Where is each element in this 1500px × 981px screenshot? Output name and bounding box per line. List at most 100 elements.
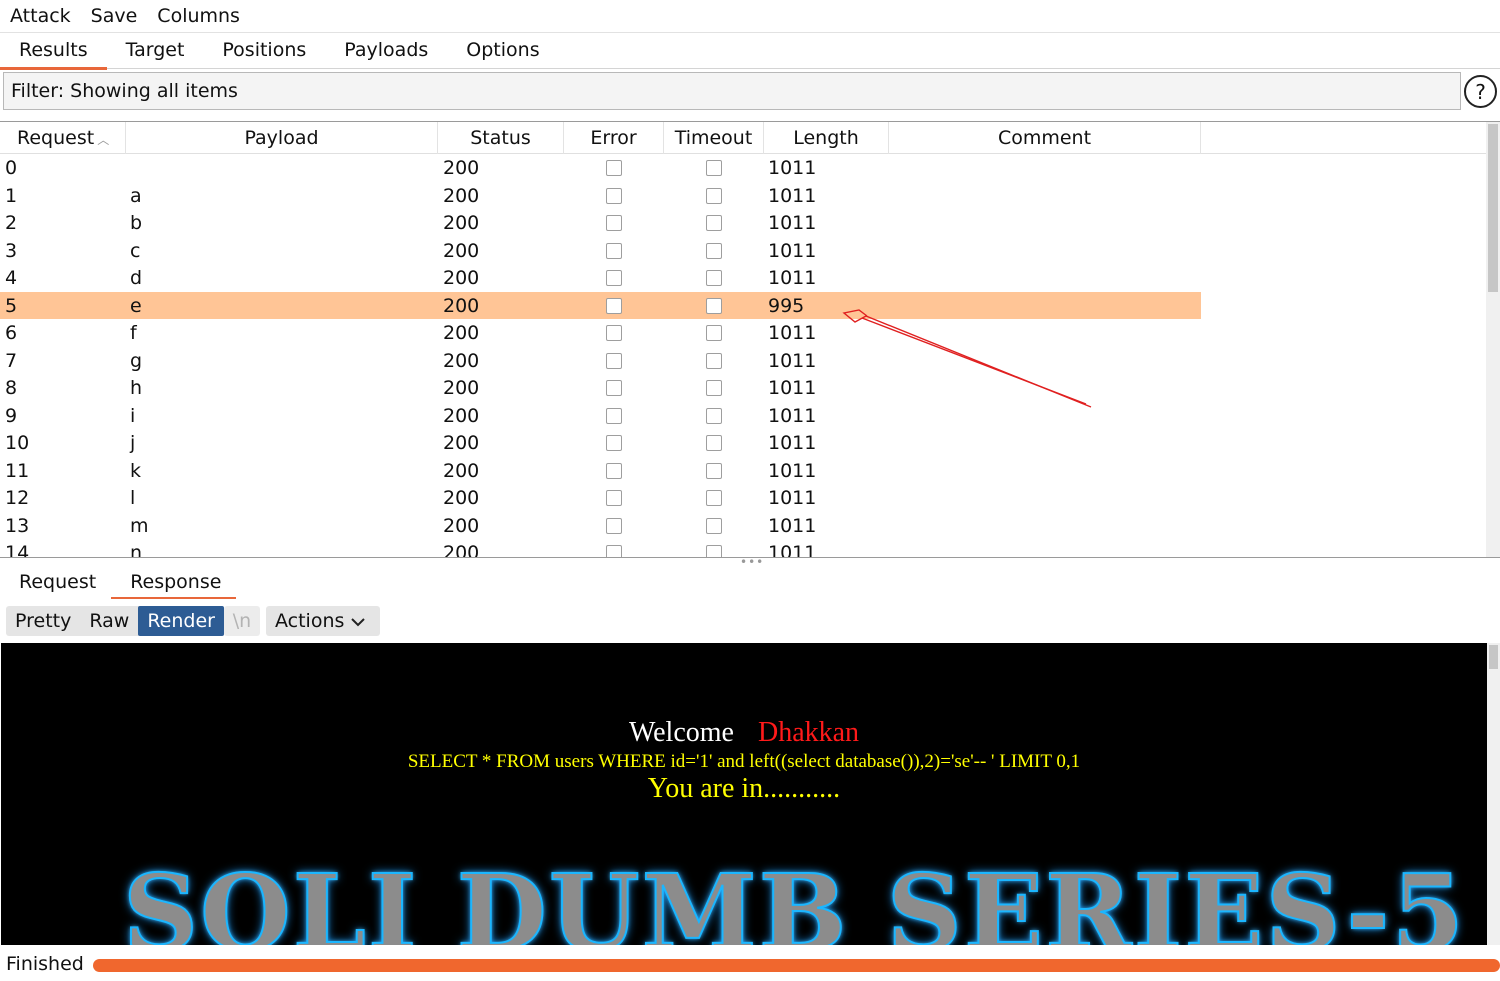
status-text: Finished xyxy=(6,953,84,975)
timeout-checkbox xyxy=(706,215,722,231)
cell-payload: k xyxy=(130,459,142,482)
cell-status: 200 xyxy=(443,542,480,558)
cell-status: 200 xyxy=(443,432,480,454)
error-checkbox xyxy=(606,352,622,369)
actions-label: Actions xyxy=(275,610,345,632)
pretty-button[interactable]: Pretty xyxy=(6,606,80,636)
render-button[interactable]: Render xyxy=(138,606,224,636)
user-name: Dhakkan xyxy=(757,717,860,748)
cell-request: 11 xyxy=(5,459,30,482)
cell-length: 1011 xyxy=(768,157,817,179)
result-message: You are in........... xyxy=(647,773,841,804)
table-row[interactable]: 14 n 200 1011 xyxy=(0,539,1201,558)
tab-positions[interactable]: Positions xyxy=(203,33,325,69)
cell-length: 1011 xyxy=(768,322,817,344)
table-row[interactable]: 5 e 200 995 xyxy=(0,291,1201,319)
error-checkbox xyxy=(606,242,622,259)
error-checkbox xyxy=(606,325,622,341)
cell-payload: m xyxy=(130,514,149,537)
cell-length: 1011 xyxy=(768,267,817,289)
cell-length: 1011 xyxy=(768,239,817,262)
cell-status: 200 xyxy=(443,377,480,399)
column-header-payload[interactable]: Payload xyxy=(126,122,438,154)
menu-attack[interactable]: Attack xyxy=(10,5,71,27)
error-checkbox xyxy=(606,215,622,231)
actions-dropdown[interactable]: Actions xyxy=(266,606,380,636)
menu-columns[interactable]: Columns xyxy=(157,5,240,27)
progress-bar xyxy=(93,959,1500,972)
table-header: Request ︿ Payload Status Error Timeout Le… xyxy=(0,122,1486,154)
cell-request: 8 xyxy=(5,377,18,399)
menu-save[interactable]: Save xyxy=(91,5,138,27)
welcome-text: Welcome xyxy=(628,717,734,748)
cell-payload: l xyxy=(130,487,136,509)
table-row[interactable]: 7 g 200 1011 xyxy=(0,347,1201,375)
error-checkbox xyxy=(606,545,622,557)
cell-payload: h xyxy=(130,377,143,399)
tab-payloads[interactable]: Payloads xyxy=(325,33,447,69)
cell-request: 10 xyxy=(5,432,30,454)
tab-options[interactable]: Options xyxy=(447,33,558,69)
table-row[interactable]: 8 h 200 1011 xyxy=(0,374,1201,402)
table-row[interactable]: 6 f 200 1011 xyxy=(0,319,1201,347)
cell-request: 0 xyxy=(5,157,18,179)
cell-request: 14 xyxy=(5,542,30,558)
cell-status: 200 xyxy=(443,294,480,317)
cell-request: 3 xyxy=(5,239,18,262)
main-tabs: Results Target Positions Payloads Option… xyxy=(0,33,1500,70)
error-checkbox xyxy=(606,380,622,396)
column-header-status[interactable]: Status xyxy=(438,122,564,154)
cell-length: 995 xyxy=(768,294,805,317)
column-header-timeout[interactable]: Timeout xyxy=(664,122,764,154)
tab-request[interactable]: Request xyxy=(0,566,111,599)
render-scrollbar[interactable] xyxy=(1487,643,1500,945)
timeout-checkbox xyxy=(706,407,722,424)
table-row[interactable]: 3 c 200 1011 xyxy=(0,237,1201,265)
view-mode-group: Pretty Raw Render xyxy=(6,606,224,636)
table-row[interactable]: 11 k 200 1011 xyxy=(0,457,1201,485)
results-table: Request ︿ Payload Status Error Timeout Le… xyxy=(0,121,1500,558)
error-checkbox xyxy=(606,407,622,424)
table-scrollbar-thumb[interactable] xyxy=(1488,124,1498,292)
newline-toggle-button[interactable]: \n xyxy=(224,606,260,636)
timeout-checkbox xyxy=(706,270,722,286)
column-header-length[interactable]: Length xyxy=(764,122,889,154)
filter-bar[interactable]: Filter: Showing all items xyxy=(3,72,1461,110)
table-row[interactable]: 12 l 200 1011 xyxy=(0,484,1201,512)
cell-status: 200 xyxy=(443,404,480,427)
cell-payload: e xyxy=(130,294,142,317)
tab-response[interactable]: Response xyxy=(111,566,237,599)
tab-results[interactable]: Results xyxy=(0,33,107,70)
cell-request: 1 xyxy=(5,184,18,207)
cell-payload: b xyxy=(130,212,143,234)
cell-status: 200 xyxy=(443,349,480,372)
help-icon[interactable]: ? xyxy=(1464,75,1497,108)
column-header-error[interactable]: Error xyxy=(564,122,664,154)
raw-button[interactable]: Raw xyxy=(80,606,138,636)
timeout-checkbox xyxy=(706,380,722,396)
timeout-checkbox xyxy=(706,297,722,314)
cell-payload: a xyxy=(130,184,142,207)
timeout-checkbox xyxy=(706,517,722,534)
error-checkbox xyxy=(606,160,622,176)
column-header-request[interactable]: Request ︿ xyxy=(0,122,126,154)
table-row[interactable]: 0 200 1011 xyxy=(0,154,1201,182)
table-row[interactable]: 2 b 200 1011 xyxy=(0,209,1201,237)
view-toolbar: Pretty Raw Render \n Actions xyxy=(0,601,1500,641)
table-row[interactable]: 1 a 200 1011 xyxy=(0,182,1201,210)
series-banner: SQLI DUMB SERIES-5 xyxy=(122,851,1466,946)
split-pane-handle[interactable]: ••• xyxy=(740,556,763,568)
timeout-checkbox xyxy=(706,490,722,506)
table-row[interactable]: 13 m 200 1011 xyxy=(0,512,1201,540)
welcome-line: Welcome Dhakkan xyxy=(1,717,1487,749)
table-row[interactable]: 4 d 200 1011 xyxy=(0,264,1201,292)
render-scrollbar-thumb[interactable] xyxy=(1489,645,1498,669)
table-row[interactable]: 9 i 200 1011 xyxy=(0,402,1201,430)
column-header-comment[interactable]: Comment xyxy=(889,122,1201,154)
cell-request: 12 xyxy=(5,487,30,509)
cell-request: 2 xyxy=(5,212,18,234)
tab-target[interactable]: Target xyxy=(107,33,204,69)
cell-payload: c xyxy=(130,239,141,262)
table-row[interactable]: 10 j 200 1011 xyxy=(0,429,1201,457)
table-scrollbar[interactable] xyxy=(1486,122,1500,557)
